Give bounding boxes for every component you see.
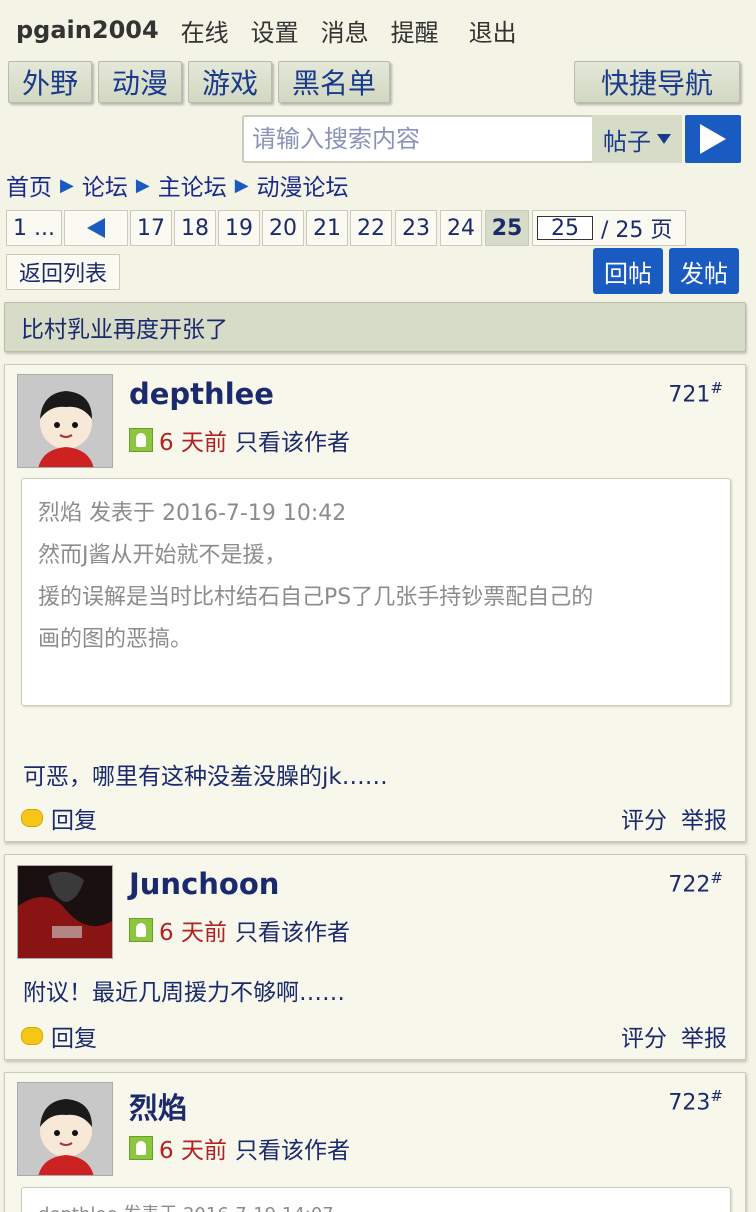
floor-mark: # [710,379,723,397]
top-bar: pgain2004 在线 设置 消息 提醒 退出 [0,0,756,60]
breadcrumb-main-forum[interactable]: 主论坛 [158,168,227,202]
only-author-link[interactable]: 只看该作者 [235,423,350,457]
quote-line: 画的图的恶搞。 [38,627,193,652]
username-link[interactable]: pgain2004 [16,16,159,44]
breadcrumb-separator-icon: ▶ [60,174,74,196]
search-type-select[interactable]: 帖子 [592,115,682,163]
post-time: 6 天前 [159,920,227,946]
quote-header: 烈焰 发表于 2016-7-19 10:42 [38,501,347,526]
page-21[interactable]: 21 [306,210,348,246]
avatar[interactable] [17,374,113,468]
reply-link[interactable]: 回复 [51,801,97,835]
nav-outfield-button[interactable]: 外野 [8,61,92,103]
quote-block: 烈焰 发表于 2016-7-19 10:42 然而J酱从开始就不是援， 援的误解… [21,478,731,706]
messages-link[interactable]: 消息 [321,13,369,48]
post-time: 6 天前 [159,1138,227,1164]
page-prev-button[interactable] [64,210,128,246]
post-content: 可恶，哪里有这种没羞没臊的jk…… [23,764,388,790]
notifications-link[interactable]: 提醒 [391,13,439,48]
post-meta: 6 天前 只看该作者 [129,913,350,947]
new-thread-button[interactable]: 发帖 [669,248,739,294]
play-triangle-icon [700,124,726,154]
floor-value: 721 [668,382,711,408]
reply-thread-button[interactable]: 回帖 [593,248,663,294]
post-username[interactable]: 烈焰 [129,1085,187,1127]
quote-header: depthlee 发表于 2016-7-19 14:07 [38,1200,714,1212]
nav-blacklist-button[interactable]: 黑名单 [278,61,390,103]
post-content: 附议！最近几周援力不够啊…… [23,980,345,1006]
search-bar: 帖子 [242,115,742,163]
quote-line: 援的误解是当时比村结石自己PS了几张手持钞票配自己的 [38,585,594,610]
page-20[interactable]: 20 [262,210,304,246]
post-time: 6 天前 [159,430,227,456]
thread-title: 比村乳业再度开张了 [4,302,746,352]
breadcrumb-anime-forum[interactable]: 动漫论坛 [257,168,349,202]
online-status-icon [129,1136,153,1160]
avatar[interactable] [17,865,113,959]
speech-bubble-icon [21,1027,43,1045]
post-floor-number[interactable]: 721# [668,379,723,407]
arrow-left-icon [87,218,105,238]
breadcrumb-forum[interactable]: 论坛 [82,168,128,202]
page-jump: 25 / 25 页 [532,210,686,246]
post-floor-number[interactable]: 722# [668,869,723,897]
chevron-down-icon [657,134,671,144]
page-jump-input[interactable]: 25 [537,216,593,241]
post-721: depthlee 721# 6 天前 只看该作者 烈焰 发表于 2016-7-1… [4,364,746,842]
only-author-link[interactable]: 只看该作者 [235,1131,350,1165]
cartoon-avatar-icon [18,375,112,467]
online-link[interactable]: 在线 [181,13,229,48]
post-floor-number[interactable]: 723# [668,1087,723,1115]
post-meta: 6 天前 只看该作者 [129,423,350,457]
floor-mark: # [710,1087,723,1105]
dark-art-avatar-icon [18,866,112,958]
online-status-icon [129,428,153,452]
post-722: Junchoon 722# 6 天前 只看该作者 附议！最近几周援力不够啊…… … [4,854,746,1060]
page-24[interactable]: 24 [440,210,482,246]
only-author-link[interactable]: 只看该作者 [235,913,350,947]
cartoon-avatar-icon [18,1083,112,1175]
breadcrumb-home[interactable]: 首页 [6,168,52,202]
page-first[interactable]: 1 ... [6,210,62,246]
breadcrumb-separator-icon: ▶ [135,174,150,196]
post-username[interactable]: Junchoon [129,867,279,901]
breadcrumb-separator-icon: ▶ [234,174,249,196]
post-actions: 回复 评分 举报 [21,1019,727,1053]
quote-line: 然而J酱从开始就不是援， [38,543,287,568]
forum-nav: 外野 动漫 游戏 黑名单 快捷导航 [6,61,750,105]
page-19[interactable]: 19 [218,210,260,246]
floor-value: 723 [668,1090,711,1116]
post-723: 烈焰 723# 6 天前 只看该作者 depthlee 发表于 2016-7-1… [4,1072,746,1212]
post-meta: 6 天前 只看该作者 [129,1131,350,1165]
search-submit-button[interactable] [685,115,741,163]
reply-link[interactable]: 回复 [51,1019,97,1053]
quick-nav-button[interactable]: 快捷导航 [574,61,740,103]
rate-link[interactable]: 评分 [621,1019,667,1053]
rate-link[interactable]: 评分 [621,801,667,835]
quote-block: depthlee 发表于 2016-7-19 14:07 [21,1187,731,1212]
page-22[interactable]: 22 [350,210,392,246]
page-17[interactable]: 17 [130,210,172,246]
speech-bubble-icon [21,809,43,827]
search-type-label: 帖子 [603,127,651,156]
page-18[interactable]: 18 [174,210,216,246]
back-to-list-button[interactable]: 返回列表 [6,254,120,290]
floor-value: 722 [668,872,711,898]
page-25-current: 25 [485,210,529,246]
avatar[interactable] [17,1082,113,1176]
floor-mark: # [710,869,723,887]
nav-anime-button[interactable]: 动漫 [98,61,182,103]
post-actions: 回复 评分 举报 [21,801,727,835]
search-input[interactable] [242,115,594,163]
report-link[interactable]: 举报 [681,801,727,835]
report-link[interactable]: 举报 [681,1019,727,1053]
nav-games-button[interactable]: 游戏 [188,61,272,103]
post-username[interactable]: depthlee [129,377,274,411]
page-23[interactable]: 23 [395,210,437,246]
logout-link[interactable]: 退出 [469,13,517,48]
page-total: / 25 页 [601,218,673,243]
online-status-icon [129,918,153,942]
breadcrumb: 首页 ▶ 论坛 ▶ 主论坛 ▶ 动漫论坛 [6,168,349,202]
settings-link[interactable]: 设置 [251,13,299,48]
